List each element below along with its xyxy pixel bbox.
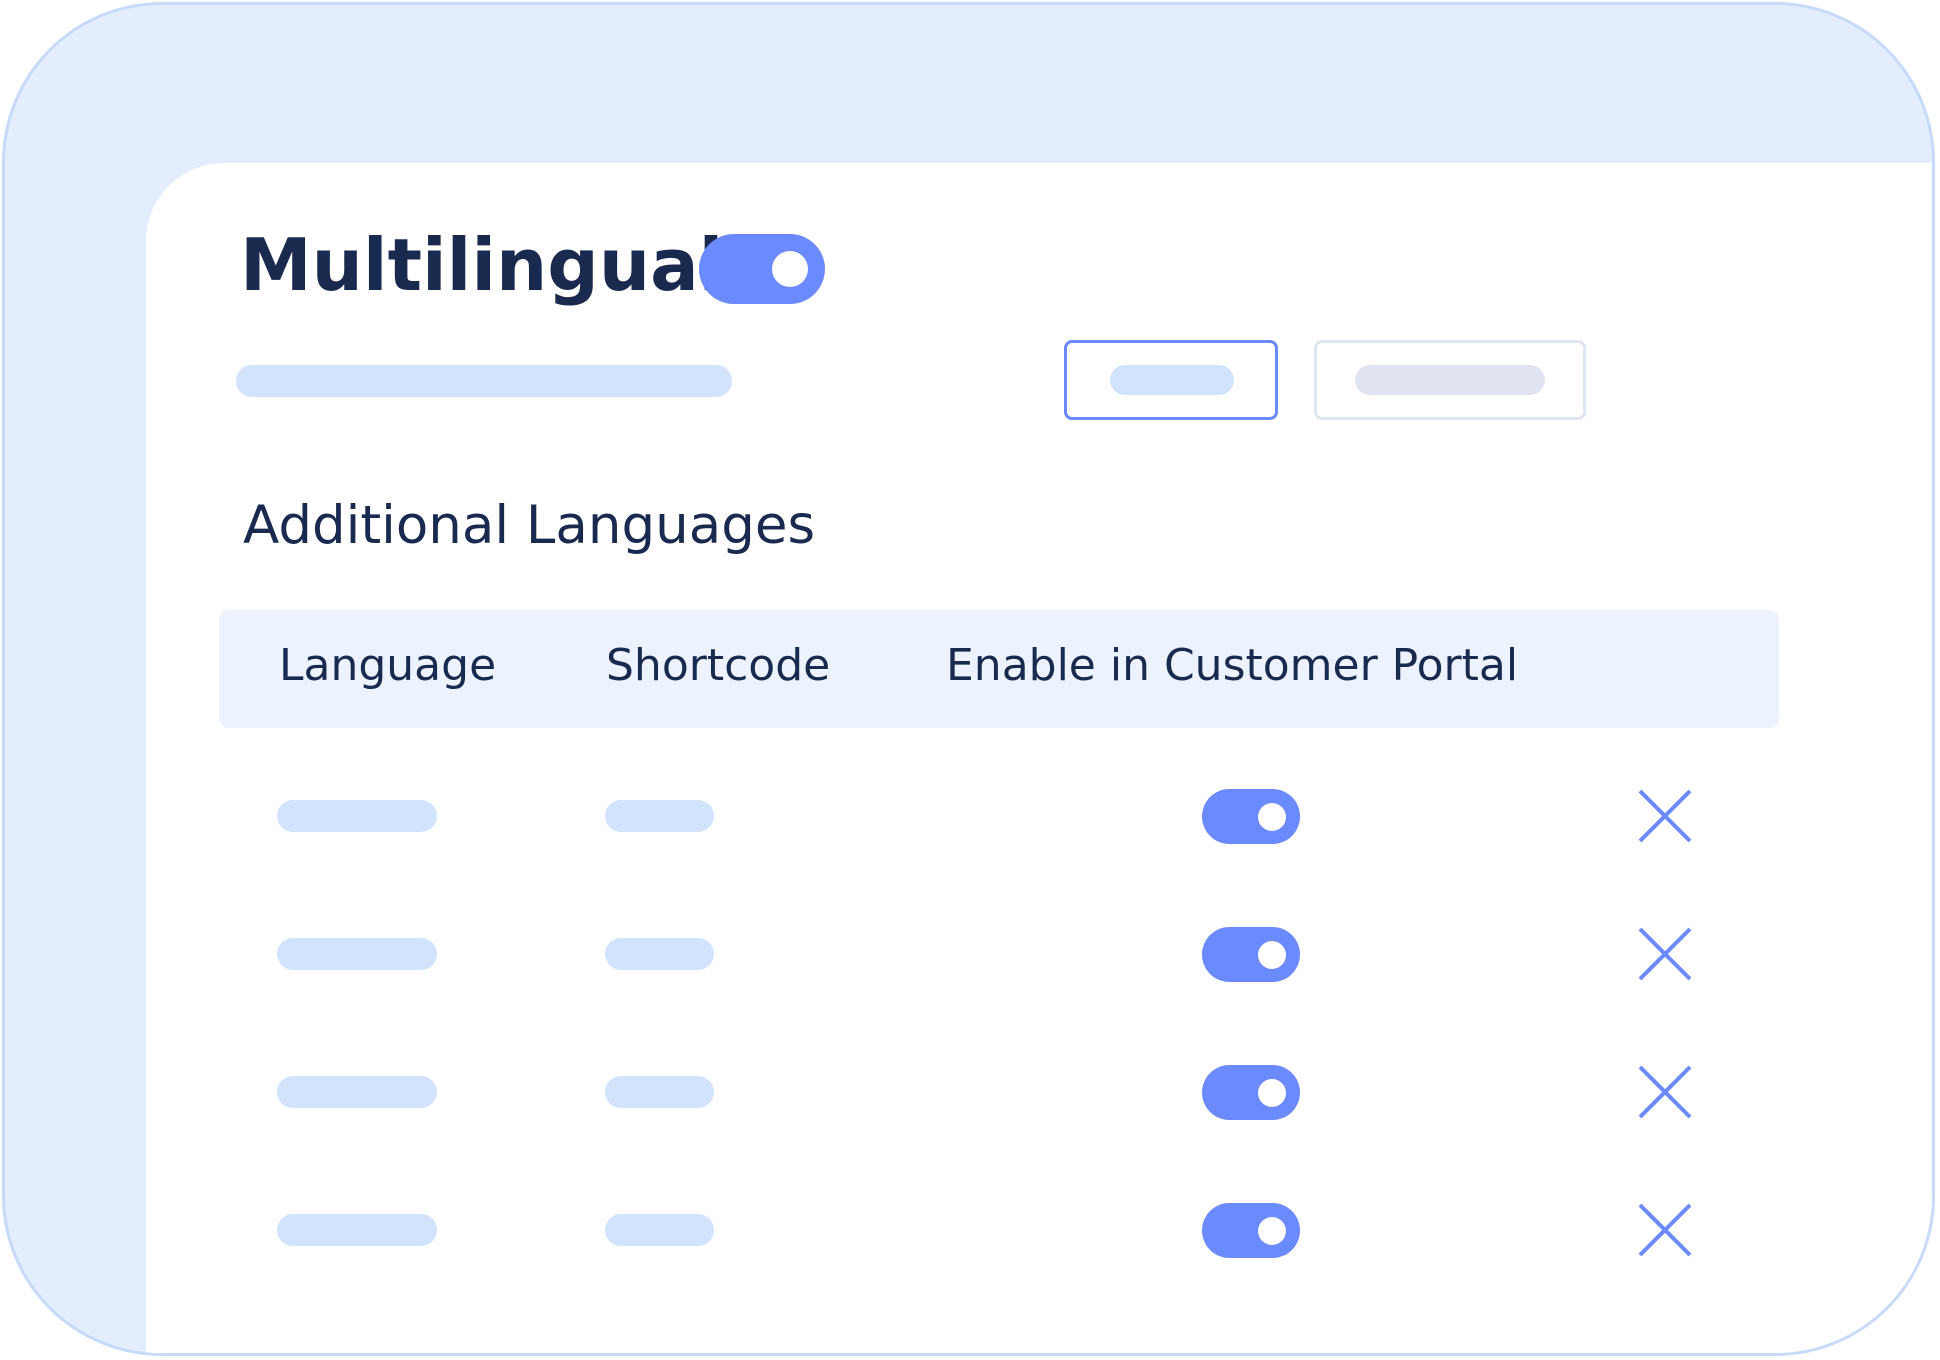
settings-panel: Multilingual Additional Languages Langua… — [146, 163, 1932, 1353]
multilingual-toggle[interactable] — [699, 234, 825, 304]
table-row — [146, 776, 1932, 856]
toggle-knob — [1258, 803, 1286, 831]
remove-language-button[interactable] — [1636, 1201, 1694, 1259]
option-label-placeholder — [1110, 365, 1234, 395]
portal-enable-toggle[interactable] — [1202, 1065, 1300, 1120]
remove-language-button[interactable] — [1636, 787, 1694, 845]
table-row — [146, 914, 1932, 994]
table-row — [146, 1052, 1932, 1132]
toggle-knob — [1258, 1079, 1286, 1107]
close-icon — [1638, 1065, 1692, 1119]
portal-enable-toggle[interactable] — [1202, 1203, 1300, 1258]
remove-language-button[interactable] — [1636, 1063, 1694, 1121]
column-header-shortcode: Shortcode — [606, 640, 831, 691]
toggle-knob — [1258, 941, 1286, 969]
toggle-knob — [1258, 1217, 1286, 1245]
window-frame: Multilingual Additional Languages Langua… — [2, 2, 1935, 1356]
column-header-enable-portal: Enable in Customer Portal — [946, 640, 1519, 691]
shortcode-cell-placeholder — [605, 938, 714, 970]
shortcode-cell-placeholder — [605, 800, 714, 832]
portal-enable-toggle[interactable] — [1202, 789, 1300, 844]
language-cell-placeholder — [277, 938, 437, 970]
close-icon — [1638, 789, 1692, 843]
table-row — [146, 1190, 1932, 1270]
description-placeholder — [236, 365, 732, 397]
close-icon — [1638, 927, 1692, 981]
shortcode-cell-placeholder — [605, 1214, 714, 1246]
option-button-selected[interactable] — [1064, 340, 1278, 420]
shortcode-cell-placeholder — [605, 1076, 714, 1108]
page-title: Multilingual — [240, 223, 724, 307]
remove-language-button[interactable] — [1636, 925, 1694, 983]
table-header: Language Shortcode Enable in Customer Po… — [219, 610, 1779, 728]
section-title: Additional Languages — [243, 495, 816, 556]
option-label-placeholder — [1355, 365, 1545, 395]
language-cell-placeholder — [277, 1076, 437, 1108]
close-icon — [1638, 1203, 1692, 1257]
language-cell-placeholder — [277, 1214, 437, 1246]
column-header-language: Language — [279, 640, 497, 691]
portal-enable-toggle[interactable] — [1202, 927, 1300, 982]
option-button-unselected[interactable] — [1314, 340, 1586, 420]
language-cell-placeholder — [277, 800, 437, 832]
toggle-knob — [772, 251, 808, 287]
